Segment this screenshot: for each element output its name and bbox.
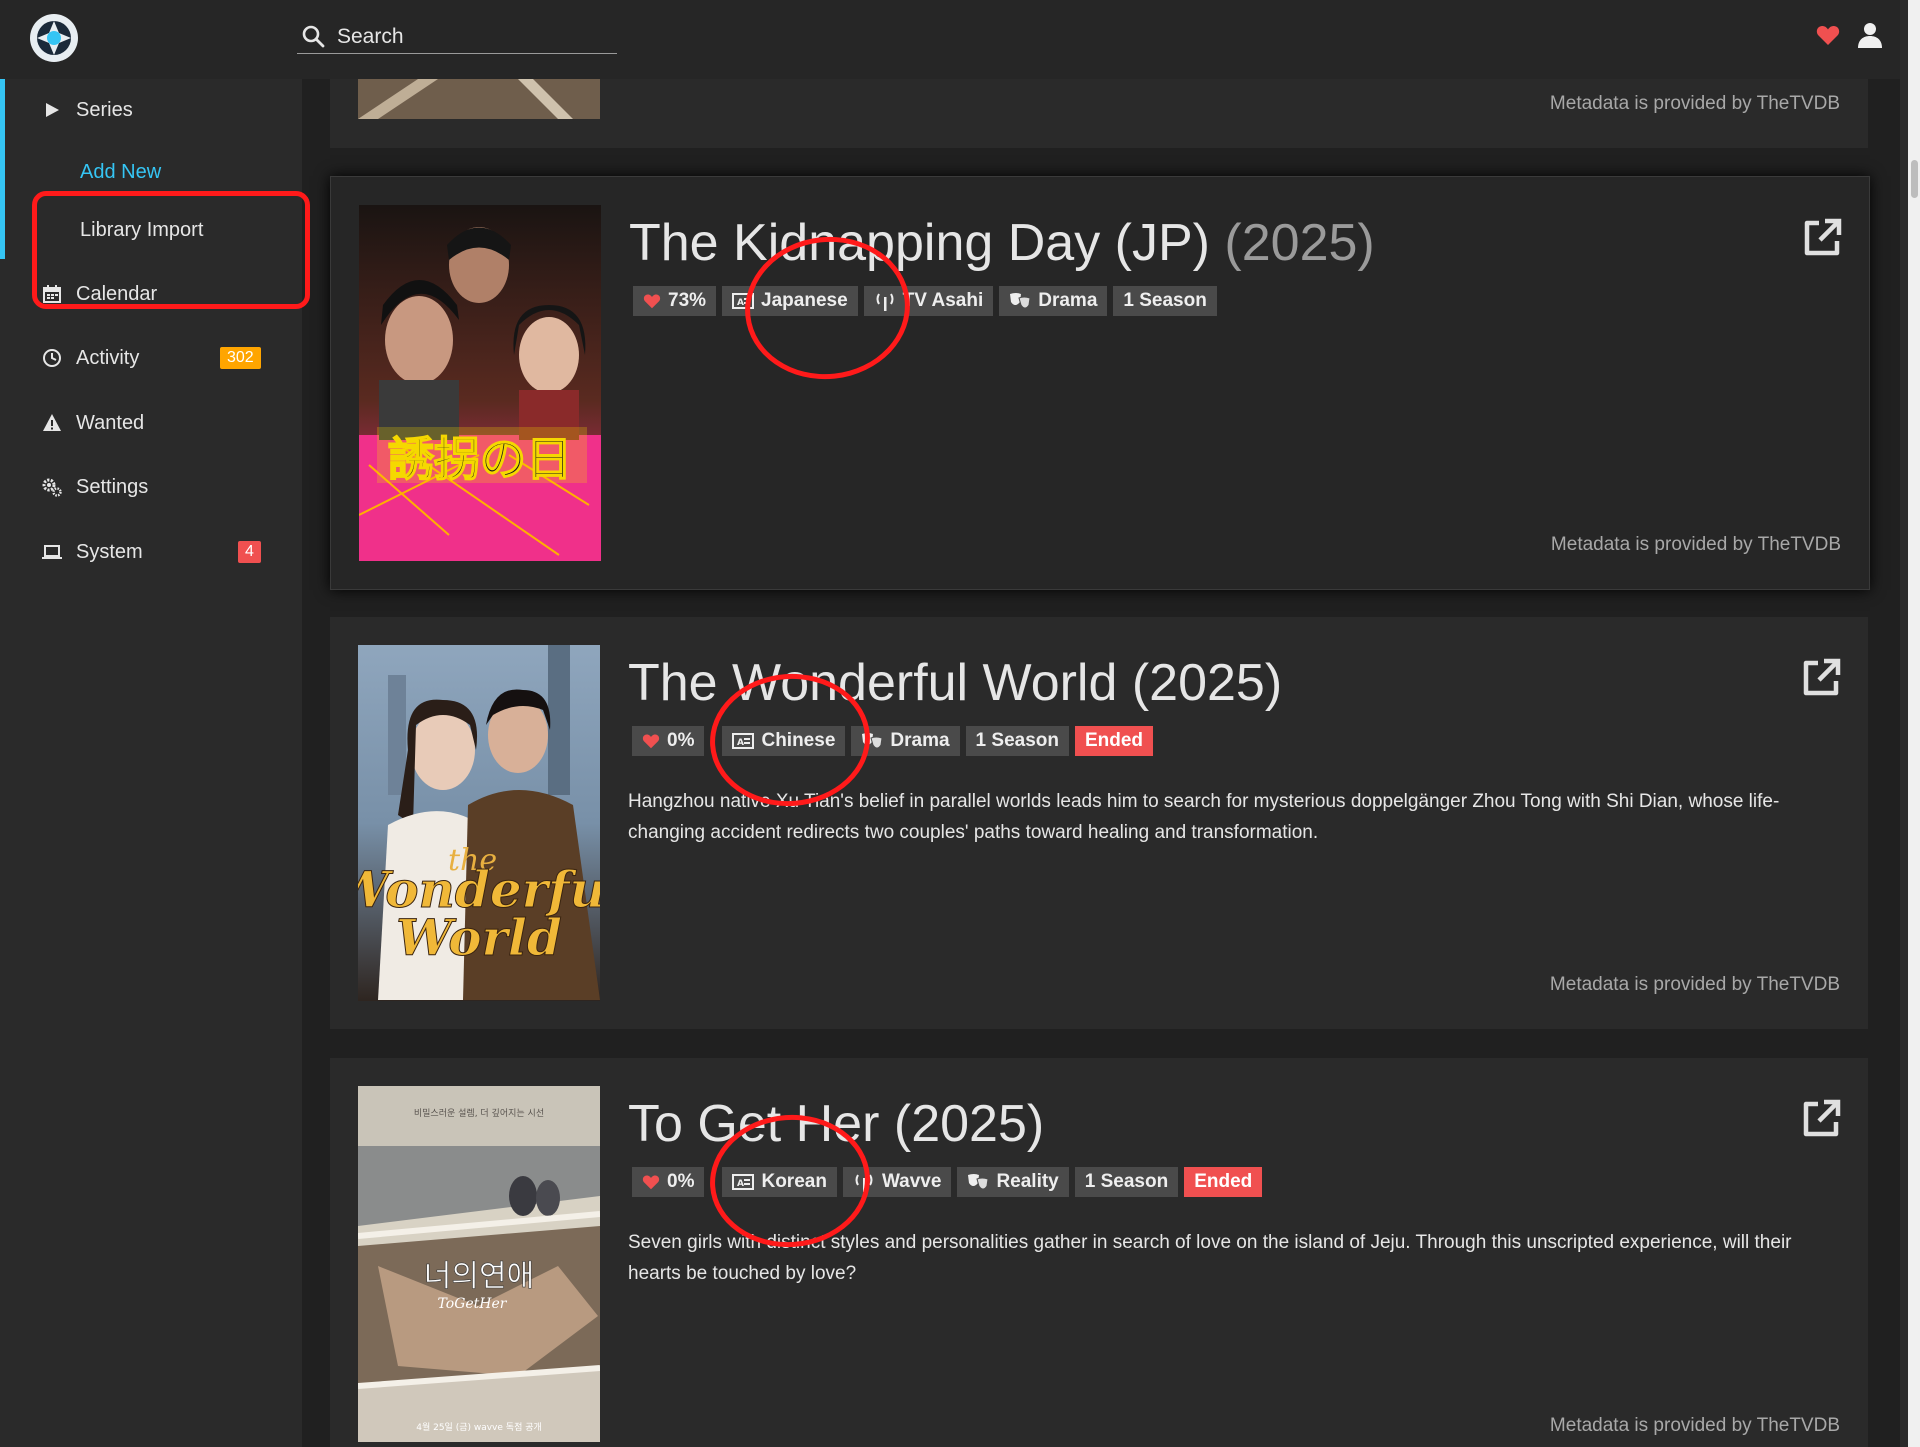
sidebar-item-series[interactable]: Series xyxy=(42,95,133,125)
browser-scrollbar[interactable] xyxy=(1908,0,1920,1447)
external-link-icon[interactable] xyxy=(1800,657,1842,699)
series-title-text: The Wonderful World xyxy=(628,654,1118,712)
series-year: (2025) xyxy=(1224,214,1375,272)
series-year: (2025) xyxy=(893,1095,1045,1153)
series-poster[interactable]: 誘拐の日 xyxy=(359,205,601,561)
sidebar-item-label: Series xyxy=(76,98,133,121)
seasons-label: 1 Season xyxy=(965,726,1069,756)
network-value: Wavve xyxy=(881,1171,942,1192)
sidebar-item-label: Activity xyxy=(76,346,140,369)
annotation-highlight-box xyxy=(32,191,310,309)
status-badge: Ended xyxy=(1184,1167,1263,1197)
genre-value: Drama xyxy=(890,730,950,751)
search-input[interactable] xyxy=(335,22,609,52)
user-icon[interactable] xyxy=(1858,22,1882,48)
metadata-source-note: Metadata is provided by TheTVDB xyxy=(1550,534,1841,555)
seasons-value: 1 Season xyxy=(1123,290,1207,311)
poster-subtitle-text: ToGetHer xyxy=(438,1296,508,1312)
rating-label: 0% xyxy=(632,726,705,756)
metadata-source-note: Metadata is provided by TheTVDB xyxy=(1549,93,1840,114)
scrollbar-thumb[interactable] xyxy=(1911,160,1918,198)
series-title[interactable]: The Kidnapping Day (JP) (2025) xyxy=(629,213,1375,273)
sidebar-item-activity[interactable]: Activity xyxy=(42,343,139,373)
external-link-icon[interactable] xyxy=(1801,217,1843,259)
sidebar: Series Add New Library Import Calendar A… xyxy=(0,79,310,1447)
warning-icon xyxy=(42,413,62,433)
poster-title-text: 誘拐の日 xyxy=(388,432,572,486)
poster-tagline: 비밀스러운 설렘, 더 깊어지는 시선 xyxy=(414,1107,544,1119)
rating-value: 0% xyxy=(667,1171,695,1192)
metadata-source-note: Metadata is provided by TheTVDB xyxy=(1549,1415,1840,1436)
poster-title-text: 너의연애 xyxy=(424,1259,534,1294)
genre-label: Reality xyxy=(957,1167,1069,1197)
genre-value: Drama xyxy=(1038,290,1098,311)
page-scroll-gutter xyxy=(1900,0,1908,1447)
series-poster[interactable] xyxy=(358,79,600,119)
activity-count-badge: 302 xyxy=(220,347,261,369)
poster-title-text: World xyxy=(396,908,562,967)
series-card[interactable]: the Wonderful World The Wonderful World … xyxy=(330,617,1868,1029)
series-card[interactable]: 비밀스러운 설렘, 더 깊어지는 시선 너의연애 ToGetHer 4월 25일… xyxy=(330,1058,1868,1447)
gears-icon xyxy=(42,477,62,497)
sidebar-item-label: System xyxy=(76,540,143,563)
seasons-value: 1 Season xyxy=(975,730,1059,751)
metadata-source-note: Metadata is provided by TheTVDB xyxy=(1549,974,1840,995)
genre-label: Drama xyxy=(999,286,1108,316)
top-bar xyxy=(0,0,1908,79)
status-badge: Ended xyxy=(1074,726,1154,756)
poster-release-text: 4월 25일 (금) wavve 독점 공개 xyxy=(416,1421,542,1433)
masks-theater-icon xyxy=(1010,293,1031,309)
donate-heart-icon[interactable] xyxy=(1816,24,1840,46)
rating-label: 73% xyxy=(633,286,717,316)
external-link-icon[interactable] xyxy=(1800,1098,1842,1140)
sidebar-active-indicator xyxy=(0,79,5,259)
heart-icon xyxy=(642,1175,660,1190)
rating-value: 0% xyxy=(667,730,695,751)
heart-icon xyxy=(642,734,660,749)
seasons-label: 1 Season xyxy=(1113,286,1217,316)
heart-icon xyxy=(643,294,661,309)
series-card[interactable]: 誘拐の日 The Kidnapping Day (JP) (2025) 73% … xyxy=(330,176,1870,590)
sidebar-item-label: Wanted xyxy=(76,411,145,434)
series-year: (2025) xyxy=(1131,654,1283,712)
system-count-badge: 4 xyxy=(238,541,261,563)
clock-icon xyxy=(42,348,62,368)
sidebar-item-system[interactable]: System xyxy=(42,537,143,567)
series-poster[interactable]: the Wonderful World xyxy=(358,645,600,1001)
network-value: TV Asahi xyxy=(902,290,984,311)
rating-value: 73% xyxy=(668,290,707,311)
search-icon xyxy=(302,25,325,48)
sidebar-item-label: Settings xyxy=(76,475,149,498)
seasons-label: 1 Season xyxy=(1074,1167,1179,1197)
sidebar-item-wanted[interactable]: Wanted xyxy=(42,408,144,438)
seasons-value: 1 Season xyxy=(1084,1171,1169,1192)
sidebar-item-add-new[interactable]: Add New xyxy=(80,161,161,184)
series-title-text: The Kidnapping Day (JP) xyxy=(629,214,1210,272)
laptop-icon xyxy=(42,542,62,562)
sidebar-item-settings[interactable]: Settings xyxy=(42,472,148,502)
svg-text:A: A xyxy=(737,298,744,308)
sonarr-logo-icon[interactable] xyxy=(28,12,80,64)
play-icon xyxy=(42,100,62,120)
search-box[interactable] xyxy=(297,20,617,54)
genre-value: Reality xyxy=(996,1171,1059,1192)
series-labels: 73% A Japanese TV Asahi Drama 1 Season xyxy=(633,286,1217,316)
series-poster[interactable]: 비밀스러운 설렘, 더 깊어지는 시선 너의연애 ToGetHer 4월 25일… xyxy=(358,1086,600,1442)
rating-label: 0% xyxy=(632,1167,705,1197)
masks-theater-icon xyxy=(968,1174,989,1190)
